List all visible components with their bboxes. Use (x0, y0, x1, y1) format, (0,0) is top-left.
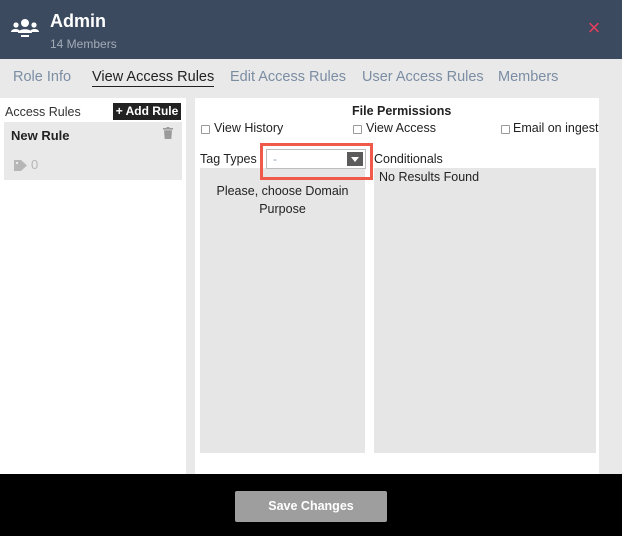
conditionals-empty-message: No Results Found (379, 170, 480, 184)
add-rule-button[interactable]: + Add Rule (113, 103, 181, 120)
view-access-label: View Access (366, 121, 436, 135)
rule-name: New Rule (11, 128, 70, 143)
tab-user-access-rules[interactable]: User Access Rules (362, 69, 484, 85)
tab-view-access-rules[interactable]: View Access Rules (92, 69, 215, 87)
page-title: Admin (50, 11, 106, 31)
view-access-checkbox[interactable] (353, 125, 362, 134)
modal-header: Admin 14 Members × (0, 0, 622, 59)
tab-role-info[interactable]: Role Info (13, 69, 71, 85)
tab-members[interactable]: Members (498, 69, 558, 85)
tag-count: 0 (31, 157, 39, 172)
tab-edit-access-rules[interactable]: Edit Access Rules (230, 69, 346, 85)
member-count: 14 Members (50, 37, 117, 51)
modal-footer: Save Changes (0, 474, 622, 536)
close-icon[interactable]: × (584, 17, 604, 39)
rule-tag-summary: 0 (4, 148, 182, 180)
tag-types-label: Tag Types (200, 152, 257, 166)
rule-list-item[interactable]: New Rule (4, 122, 182, 148)
email-on-ingest-checkbox[interactable] (501, 125, 510, 134)
access-rules-sidebar: Access Rules + Add Rule New Rule 0 (0, 98, 186, 474)
save-changes-button[interactable]: Save Changes (235, 491, 387, 522)
trash-icon[interactable] (163, 127, 173, 139)
tag-icon (14, 159, 27, 171)
conditionals-list: No Results Found (374, 168, 596, 453)
highlight-box (260, 143, 373, 180)
tag-types-list: Please, choose Domain Purpose (200, 168, 365, 453)
view-history-checkbox[interactable] (201, 125, 210, 134)
file-permissions-heading: File Permissions (352, 104, 452, 118)
conditionals-label: Conditionals (374, 152, 443, 166)
view-history-label: View History (214, 121, 284, 135)
access-rules-heading: Access Rules (5, 105, 81, 119)
users-group-icon (11, 17, 39, 39)
tag-types-empty-message: Please, choose Domain Purpose (216, 184, 349, 216)
email-on-ingest-label: Email on ingest (513, 121, 599, 135)
tab-bar: Role Info View Access Rules Edit Access … (0, 59, 622, 98)
